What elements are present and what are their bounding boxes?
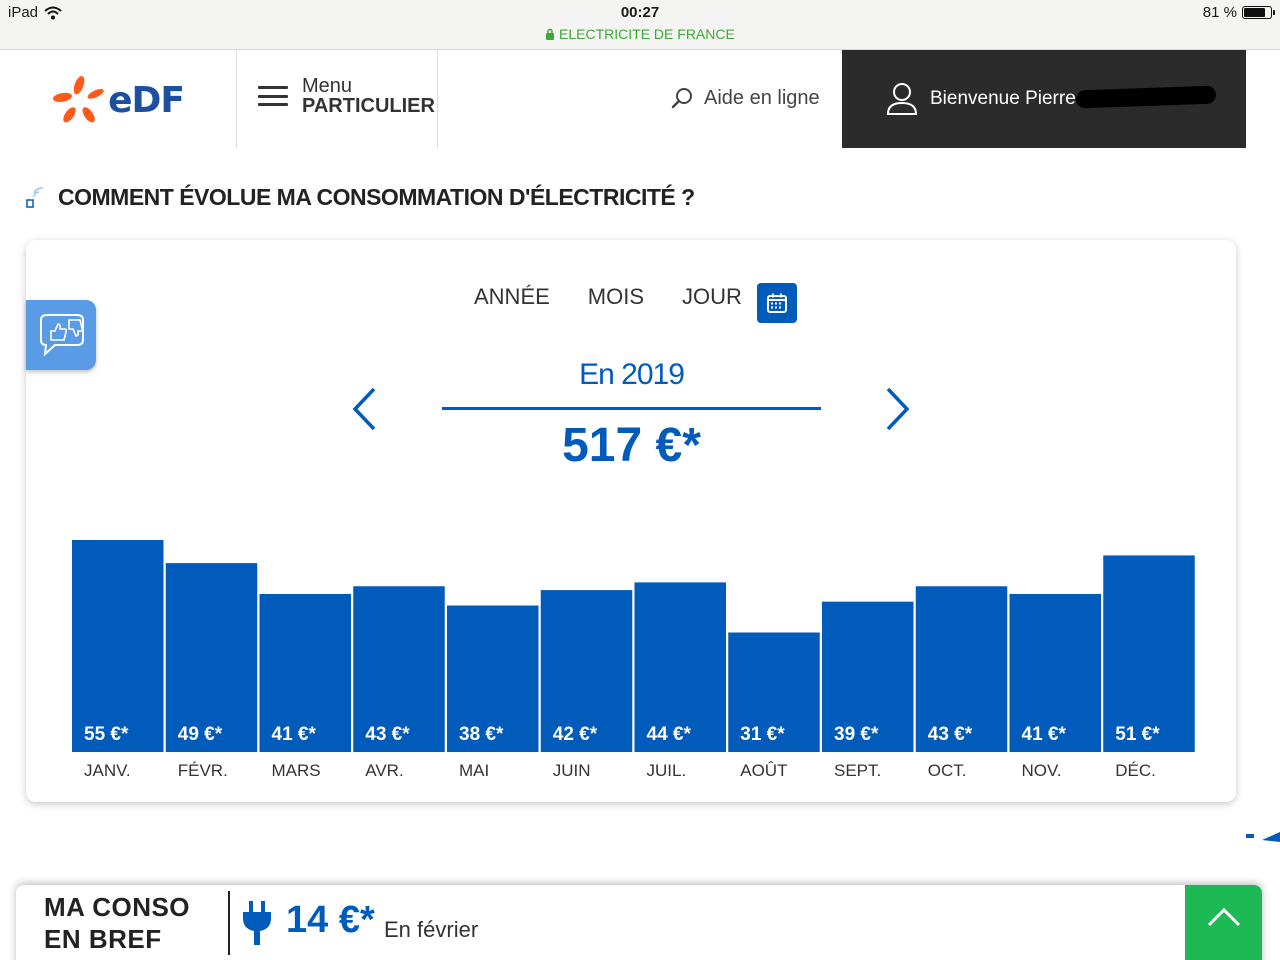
period-total: 517 €*: [562, 419, 701, 472]
bar[interactable]: [1103, 555, 1195, 752]
address-bar[interactable]: ELECTRICITE DE FRANCE: [0, 26, 1280, 42]
bar-group-4[interactable]: 43 €* AVR.: [353, 586, 445, 780]
bar-value-label: 55 €*: [84, 724, 129, 745]
bar-value-label: 49 €*: [178, 724, 223, 745]
month-tick-label: MARS: [272, 761, 321, 780]
bar-value-label: 51 €*: [1115, 724, 1160, 745]
bar-group-1[interactable]: 55 €* JANV.: [72, 540, 164, 780]
decorative-dash: [1246, 832, 1280, 842]
bar-group-9[interactable]: 39 €* SEPT.: [822, 601, 914, 780]
summary-period: En février: [384, 917, 479, 942]
account-button[interactable]: Bienvenue Pierre: [842, 50, 1246, 148]
bar-value-label: 44 €*: [647, 724, 692, 745]
help-label: Aide en ligne: [704, 86, 820, 109]
section-title: COMMENT ÉVOLUE MA CONSOMMATION D'ÉLECTRI…: [58, 184, 695, 210]
plug-icon: [243, 901, 271, 945]
edf-logo[interactable]: eDF: [52, 70, 185, 130]
bar-value-label: 31 €*: [740, 724, 785, 745]
month-tick-label: SEPT.: [834, 761, 881, 780]
month-tick-label: AVR.: [365, 761, 403, 780]
month-tick-label: DÉC.: [1115, 761, 1156, 780]
bar-value-label: 41 €*: [1022, 724, 1067, 745]
bar-value-label: 43 €*: [928, 724, 973, 745]
redaction-mark: [1075, 85, 1217, 109]
bar-group-12[interactable]: 51 €* DÉC.: [1103, 555, 1195, 780]
tab-annee[interactable]: ANNÉE: [474, 284, 550, 316]
lock-icon: [546, 28, 555, 40]
month-tick-label: OCT.: [928, 761, 967, 780]
bar-value-label: 39 €*: [834, 724, 879, 745]
menu-label: Menu: [302, 75, 353, 97]
consumption-card: ANNÉE MOIS JOUR En 2019 517 €* 55 €* JANV…: [26, 240, 1236, 802]
bar-group-7[interactable]: 44 €* JUIL.: [634, 582, 727, 780]
month-tick-label: AOÛT: [740, 761, 787, 780]
calendar-icon: [767, 293, 787, 313]
battery-icon: [1242, 6, 1275, 19]
calendar-button[interactable]: [757, 283, 797, 323]
site-header: eDF Menu PARTICULIER Aide en ligne Bienv…: [0, 50, 1280, 148]
status-time: 00:27: [620, 4, 660, 21]
bar[interactable]: [72, 540, 164, 752]
search-icon: [671, 88, 692, 109]
bar-value-label: 41 €*: [272, 724, 317, 745]
bar-group-10[interactable]: 43 €* OCT.: [915, 586, 1008, 780]
conso-summary-bar[interactable]: MA CONSO EN BREF 14 €* En février: [16, 885, 1262, 960]
bar-group-11[interactable]: 41 €* NOV.: [1009, 593, 1102, 780]
bar-group-8[interactable]: 31 €* AOÛT: [728, 632, 820, 780]
menu-section-label: PARTICULIER: [302, 95, 435, 117]
next-period-button[interactable]: [882, 386, 912, 432]
status-bar: iPad 00:27 ELECTRICITE DE FRANCE 81 %: [0, 0, 1280, 50]
previous-period-button[interactable]: [350, 386, 380, 432]
bar-group-5[interactable]: 38 €* MAI: [447, 605, 539, 780]
help-link[interactable]: Aide en ligne: [670, 86, 820, 110]
feedback-thumbs-icon: [40, 314, 84, 357]
chevron-up-icon: [1207, 907, 1240, 927]
welcome-text: Bienvenue Pierre: [930, 88, 1076, 109]
summary-title-line2: EN BREF: [44, 924, 162, 954]
bar-group-2[interactable]: 49 €* FÉVR.: [165, 563, 258, 780]
bar-group-6[interactable]: 42 €* JUIN: [540, 590, 633, 780]
summary-title-line1: MA CONSO: [44, 892, 191, 922]
battery-percent: 81 %: [1202, 4, 1237, 21]
month-tick-label: JUIN: [553, 761, 591, 780]
month-tick-label: JUIL.: [647, 761, 687, 780]
hamburger-icon: [258, 86, 288, 106]
chevron-right-icon: [886, 387, 910, 431]
header-divider: [236, 50, 237, 148]
bar-group-3[interactable]: 41 €* MARS: [259, 593, 352, 780]
summary-value: 14 €*: [286, 899, 375, 941]
month-tick-label: MAI: [459, 761, 489, 780]
bar-value-label: 38 €*: [459, 724, 504, 745]
tab-mois[interactable]: MOIS: [588, 284, 644, 316]
menu-button[interactable]: Menu PARTICULIER: [258, 76, 435, 116]
bar-value-label: 43 €*: [365, 724, 410, 745]
header-divider: [437, 50, 438, 148]
expand-summary-button[interactable]: [1185, 885, 1262, 960]
battery-level: [1244, 8, 1266, 17]
period-underline: [442, 407, 821, 410]
logo-text: eDF: [108, 79, 185, 121]
month-tick-label: JANV.: [84, 761, 131, 780]
meter-signal-icon: [26, 186, 44, 208]
summary-title: MA CONSO EN BREF: [44, 891, 190, 955]
period-tabs: ANNÉE MOIS JOUR: [474, 284, 742, 316]
status-bar-right: 81 %: [1202, 4, 1275, 21]
summary-divider: [228, 891, 230, 955]
edf-flower-icon: [52, 76, 104, 123]
month-tick-label: NOV.: [1022, 761, 1062, 780]
period-label: En 2019: [579, 358, 685, 391]
bar-value-label: 42 €*: [553, 724, 598, 745]
monthly-consumption-chart: 55 €* JANV. 49 €* FÉVR. 41 €* MARS 43 €* AVR. 38…: [72, 540, 1195, 780]
month-tick-label: FÉVR.: [178, 761, 228, 780]
section-header: COMMENT ÉVOLUE MA CONSOMMATION D'ÉLECTRI…: [24, 184, 695, 211]
chevron-left-icon: [352, 387, 376, 431]
feedback-button[interactable]: [26, 300, 96, 370]
user-icon: [886, 83, 918, 115]
site-name: ELECTRICITE DE FRANCE: [559, 26, 735, 42]
tab-jour[interactable]: JOUR: [682, 284, 742, 316]
